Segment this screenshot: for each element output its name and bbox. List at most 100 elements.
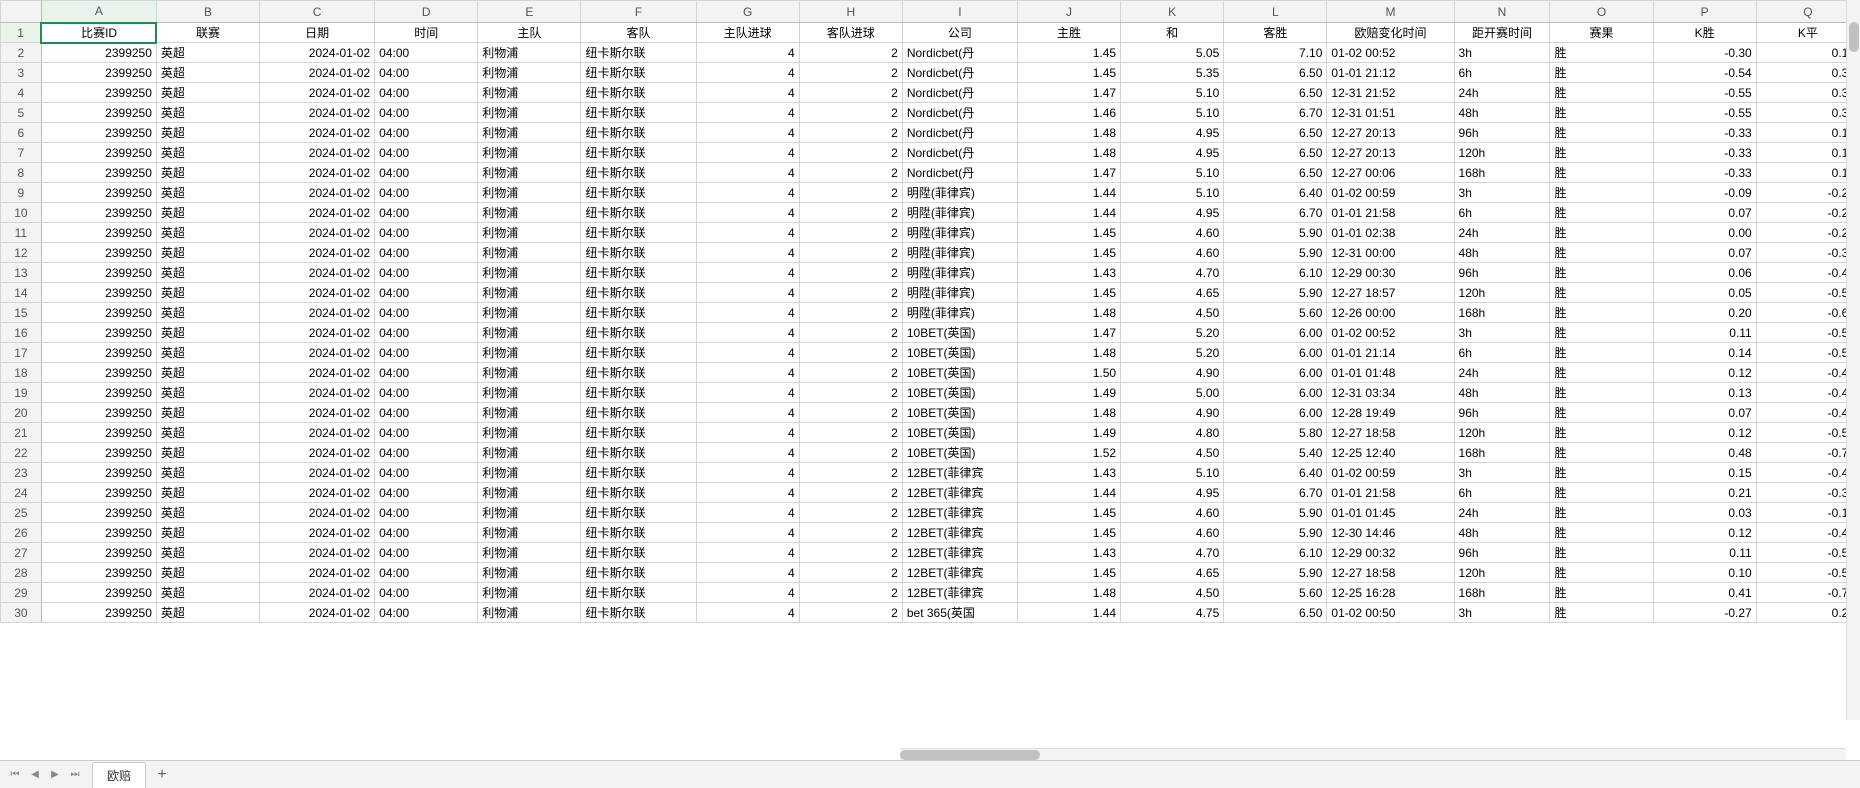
cell[interactable]: 利物浦 [478, 383, 581, 403]
cell[interactable]: 4 [696, 343, 799, 363]
cell[interactable]: 0.15 [1756, 123, 1859, 143]
cell[interactable]: 利物浦 [478, 363, 581, 383]
cell[interactable]: 6.50 [1224, 603, 1327, 623]
cell[interactable]: 2399250 [41, 463, 156, 483]
cell[interactable]: 1.45 [1017, 43, 1120, 63]
cell[interactable]: 1.46 [1017, 103, 1120, 123]
cell[interactable]: 0.06 [1653, 263, 1756, 283]
cell[interactable]: 12-30 14:46 [1327, 523, 1454, 543]
cell[interactable]: 2 [799, 123, 902, 143]
cell[interactable]: 利物浦 [478, 243, 581, 263]
cell[interactable]: 胜 [1550, 243, 1653, 263]
cell[interactable]: 4 [696, 603, 799, 623]
cell[interactable]: 1.48 [1017, 403, 1120, 423]
cell[interactable]: 0.03 [1653, 503, 1756, 523]
cell[interactable]: 04:00 [375, 223, 478, 243]
cell[interactable]: 1.43 [1017, 263, 1120, 283]
cell[interactable]: 客胜 [1224, 23, 1327, 43]
cell[interactable]: 胜 [1550, 323, 1653, 343]
cell[interactable]: 2 [799, 383, 902, 403]
cell[interactable]: 6h [1454, 343, 1550, 363]
cell[interactable]: 2 [799, 63, 902, 83]
cell[interactable]: 纽卡斯尔联 [581, 303, 696, 323]
cell[interactable]: 12-31 03:34 [1327, 383, 1454, 403]
cell[interactable]: 96h [1454, 123, 1550, 143]
cell[interactable]: -0.43 [1756, 463, 1859, 483]
cell[interactable]: 英超 [156, 203, 259, 223]
cell[interactable]: 6.00 [1224, 343, 1327, 363]
cell[interactable]: 纽卡斯尔联 [581, 43, 696, 63]
cell[interactable]: 英超 [156, 183, 259, 203]
cell[interactable]: 1.48 [1017, 143, 1120, 163]
column-header-D[interactable]: D [375, 1, 478, 23]
cell[interactable]: 英超 [156, 163, 259, 183]
cell[interactable]: 纽卡斯尔联 [581, 103, 696, 123]
cell[interactable]: 2 [799, 563, 902, 583]
cell[interactable]: 2399250 [41, 323, 156, 343]
cell[interactable]: -0.44 [1756, 263, 1859, 283]
cell[interactable]: 5.05 [1121, 43, 1224, 63]
cell[interactable]: 12BET(菲律宾 [902, 563, 1017, 583]
cell[interactable]: 4.60 [1121, 223, 1224, 243]
cell[interactable]: 2024-01-02 [260, 163, 375, 183]
cell[interactable]: 英超 [156, 523, 259, 543]
cell[interactable]: 2024-01-02 [260, 303, 375, 323]
cell[interactable]: 利物浦 [478, 523, 581, 543]
cell[interactable]: 4 [696, 563, 799, 583]
cell[interactable]: 5.10 [1121, 163, 1224, 183]
row-header-4[interactable]: 4 [1, 83, 42, 103]
cell[interactable]: 2399250 [41, 443, 156, 463]
cell[interactable]: 明陞(菲律宾) [902, 203, 1017, 223]
cell[interactable]: 4.95 [1121, 143, 1224, 163]
cell[interactable]: 1.44 [1017, 203, 1120, 223]
cell[interactable]: -0.39 [1756, 483, 1859, 503]
cell[interactable]: 2024-01-02 [260, 563, 375, 583]
add-sheet-button[interactable]: + [152, 765, 172, 785]
cell[interactable]: 3h [1454, 323, 1550, 343]
cell[interactable]: 10BET(英国) [902, 443, 1017, 463]
cell[interactable]: 明陞(菲律宾) [902, 243, 1017, 263]
cell[interactable]: 4 [696, 103, 799, 123]
cell[interactable]: 48h [1454, 103, 1550, 123]
cell[interactable]: 4 [696, 243, 799, 263]
cell[interactable]: 6.50 [1224, 123, 1327, 143]
cell[interactable]: 10BET(英国) [902, 423, 1017, 443]
cell[interactable]: 纽卡斯尔联 [581, 143, 696, 163]
cell[interactable]: 纽卡斯尔联 [581, 503, 696, 523]
cell[interactable]: 利物浦 [478, 583, 581, 603]
column-header-N[interactable]: N [1454, 1, 1550, 23]
cell[interactable]: -0.27 [1653, 603, 1756, 623]
cell[interactable]: 4.50 [1121, 583, 1224, 603]
cell[interactable]: 4.90 [1121, 363, 1224, 383]
row-header-2[interactable]: 2 [1, 43, 42, 63]
cell[interactable]: 纽卡斯尔联 [581, 323, 696, 343]
cell[interactable]: 96h [1454, 543, 1550, 563]
cell[interactable]: -0.51 [1756, 423, 1859, 443]
cell[interactable]: 2024-01-02 [260, 523, 375, 543]
cell[interactable]: 2 [799, 403, 902, 423]
cell[interactable]: 2399250 [41, 43, 156, 63]
grid-area[interactable]: ABCDEFGHIJKLMNOPQ 1比赛ID联赛日期时间主队客队主队进球客队进… [0, 0, 1860, 760]
cell[interactable]: 客队进球 [799, 23, 902, 43]
cell[interactable]: 10BET(英国) [902, 403, 1017, 423]
cell[interactable]: 纽卡斯尔联 [581, 263, 696, 283]
cell[interactable]: Nordicbet(丹 [902, 143, 1017, 163]
cell[interactable]: 01-02 00:59 [1327, 183, 1454, 203]
cell[interactable]: 4.65 [1121, 283, 1224, 303]
select-all-corner[interactable] [1, 1, 42, 23]
cell[interactable]: 2399250 [41, 563, 156, 583]
cell[interactable]: 1.44 [1017, 483, 1120, 503]
row-header-15[interactable]: 15 [1, 303, 42, 323]
cell[interactable]: 4 [696, 503, 799, 523]
cell[interactable]: 纽卡斯尔联 [581, 603, 696, 623]
cell[interactable]: 胜 [1550, 483, 1653, 503]
cell[interactable]: 6.10 [1224, 543, 1327, 563]
cell[interactable]: 2399250 [41, 243, 156, 263]
cell[interactable]: 1.49 [1017, 383, 1120, 403]
cell[interactable]: 和 [1121, 23, 1224, 43]
cell[interactable]: 2024-01-02 [260, 263, 375, 283]
cell[interactable]: 2024-01-02 [260, 203, 375, 223]
cell[interactable]: 利物浦 [478, 563, 581, 583]
cell[interactable]: 5.20 [1121, 343, 1224, 363]
cell[interactable]: 6h [1454, 483, 1550, 503]
